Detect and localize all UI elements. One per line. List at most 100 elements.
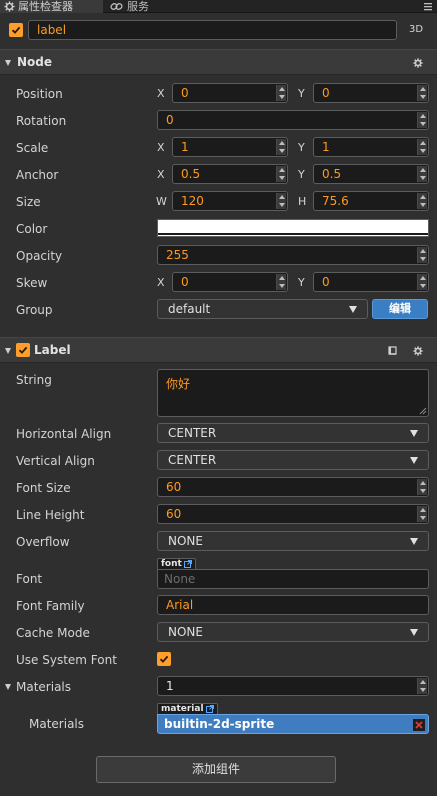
label-settings-gear-icon[interactable]	[413, 345, 423, 359]
anchor-y-input[interactable]: 0.5	[313, 164, 429, 184]
gear-icon	[4, 1, 15, 12]
skew-x-axis-label: X	[157, 276, 165, 289]
dropdown-arrow-icon	[349, 306, 357, 313]
skew-x-input[interactable]: 0	[172, 272, 288, 292]
materials-count-value: 1	[166, 679, 174, 693]
scale-x-input[interactable]: 1	[172, 137, 288, 157]
size-width-input[interactable]: 120	[172, 191, 288, 211]
materials-item-label: Materials	[29, 717, 85, 731]
line-height-input[interactable]: 60	[157, 504, 429, 524]
tab-service[interactable]: 服务	[106, 0, 166, 13]
external-link-icon[interactable]	[205, 705, 214, 713]
color-label: Color	[16, 222, 48, 236]
skew-y-stepper[interactable]	[417, 274, 427, 290]
scale-x-axis-label: X	[157, 141, 165, 154]
skew-y-input[interactable]: 0	[313, 272, 429, 292]
node-section-title: Node	[17, 55, 53, 69]
external-link-icon[interactable]	[183, 560, 192, 568]
node-section-header[interactable]: Node	[0, 49, 437, 75]
opacity-input[interactable]: 255	[157, 245, 429, 265]
position-x-input[interactable]: 0	[172, 83, 288, 103]
material-asset-value: builtin-2d-sprite	[164, 717, 275, 731]
label-section-header[interactable]: Label	[0, 337, 437, 363]
materials-count-input[interactable]: 1	[157, 676, 429, 696]
overflow-value: NONE	[168, 534, 203, 548]
cache-mode-select[interactable]: NONE	[157, 622, 429, 642]
scale-y-stepper[interactable]	[417, 139, 427, 155]
font-size-stepper[interactable]	[417, 479, 427, 495]
vertical-align-label: Vertical Align	[16, 454, 95, 468]
add-component-button[interactable]: 添加组件	[96, 756, 336, 783]
resize-grip-icon[interactable]	[419, 407, 427, 415]
size-width-stepper[interactable]	[276, 193, 286, 209]
tab-service-label: 服务	[127, 0, 149, 13]
skew-x-stepper[interactable]	[276, 274, 286, 290]
node-settings-gear-icon[interactable]	[413, 57, 423, 71]
anchor-x-axis-label: X	[157, 168, 165, 181]
group-select[interactable]: default	[157, 299, 368, 319]
size-height-input[interactable]: 75.6	[313, 191, 429, 211]
font-family-input[interactable]: Arial	[157, 595, 429, 615]
skew-x-value: 0	[181, 275, 189, 289]
skew-y-value: 0	[322, 275, 330, 289]
font-asset-field[interactable]: None	[157, 569, 429, 589]
clear-material-icon[interactable]	[413, 718, 425, 731]
horizontal-align-value: CENTER	[168, 426, 217, 440]
tab-inspector[interactable]: 属性检查器	[0, 0, 103, 13]
opacity-label: Opacity	[16, 249, 63, 263]
label-section-title: Label	[34, 343, 71, 357]
node-name-input[interactable]: label	[28, 20, 397, 40]
node-active-checkbox[interactable]	[9, 23, 23, 37]
string-textarea[interactable]: 你好	[157, 369, 429, 417]
font-size-input[interactable]: 60	[157, 477, 429, 497]
materials-group-label: Materials	[16, 680, 72, 694]
font-label: Font	[16, 572, 43, 586]
position-x-value: 0	[181, 86, 189, 100]
anchor-x-stepper[interactable]	[276, 166, 286, 182]
dropdown-arrow-icon	[410, 629, 418, 636]
anchor-y-value: 0.5	[322, 167, 342, 181]
position-x-stepper[interactable]	[276, 85, 286, 101]
line-height-stepper[interactable]	[417, 506, 427, 522]
collapse-caret-icon[interactable]	[5, 348, 11, 354]
horizontal-align-select[interactable]: CENTER	[157, 423, 429, 443]
opacity-stepper[interactable]	[417, 247, 427, 263]
tab-inspector-label: 属性检查器	[18, 0, 73, 13]
position-y-axis-label: Y	[298, 87, 305, 100]
tab-bar: 属性检查器 服务	[0, 0, 437, 13]
vertical-align-select[interactable]: CENTER	[157, 450, 429, 470]
label-component-checkbox[interactable]	[16, 343, 30, 357]
materials-count-stepper[interactable]	[417, 678, 427, 694]
panel-menu-icon[interactable]	[423, 0, 433, 12]
font-family-label: Font Family	[16, 599, 85, 613]
mode-3d-toggle[interactable]: 3D	[409, 24, 423, 35]
materials-collapse-caret-icon[interactable]	[5, 684, 11, 690]
rotation-input[interactable]: 0	[157, 110, 429, 130]
position-y-input[interactable]: 0	[313, 83, 429, 103]
use-system-font-checkbox[interactable]	[157, 652, 171, 666]
anchor-x-input[interactable]: 0.5	[172, 164, 288, 184]
size-height-stepper[interactable]	[417, 193, 427, 209]
group-edit-button[interactable]: 编辑	[372, 299, 428, 319]
font-size-label: Font Size	[16, 481, 71, 495]
scale-label: Scale	[16, 141, 49, 155]
book-icon[interactable]	[387, 345, 398, 359]
use-system-font-label: Use System Font	[16, 653, 117, 667]
color-swatch[interactable]	[157, 219, 429, 237]
collapse-caret-icon[interactable]	[5, 60, 11, 66]
material-asset-field[interactable]: builtin-2d-sprite	[157, 714, 429, 734]
link-icon	[110, 1, 124, 12]
skew-label: Skew	[16, 276, 48, 290]
rotation-stepper[interactable]	[417, 112, 427, 128]
group-label: Group	[16, 303, 53, 317]
opacity-value: 255	[166, 248, 189, 262]
material-asset-tag: material	[157, 703, 218, 714]
scale-x-stepper[interactable]	[276, 139, 286, 155]
anchor-y-stepper[interactable]	[417, 166, 427, 182]
position-y-stepper[interactable]	[417, 85, 427, 101]
overflow-select[interactable]: NONE	[157, 531, 429, 551]
scale-y-input[interactable]: 1	[313, 137, 429, 157]
font-size-value: 60	[166, 480, 182, 494]
position-label: Position	[16, 87, 63, 101]
anchor-x-value: 0.5	[181, 167, 201, 181]
